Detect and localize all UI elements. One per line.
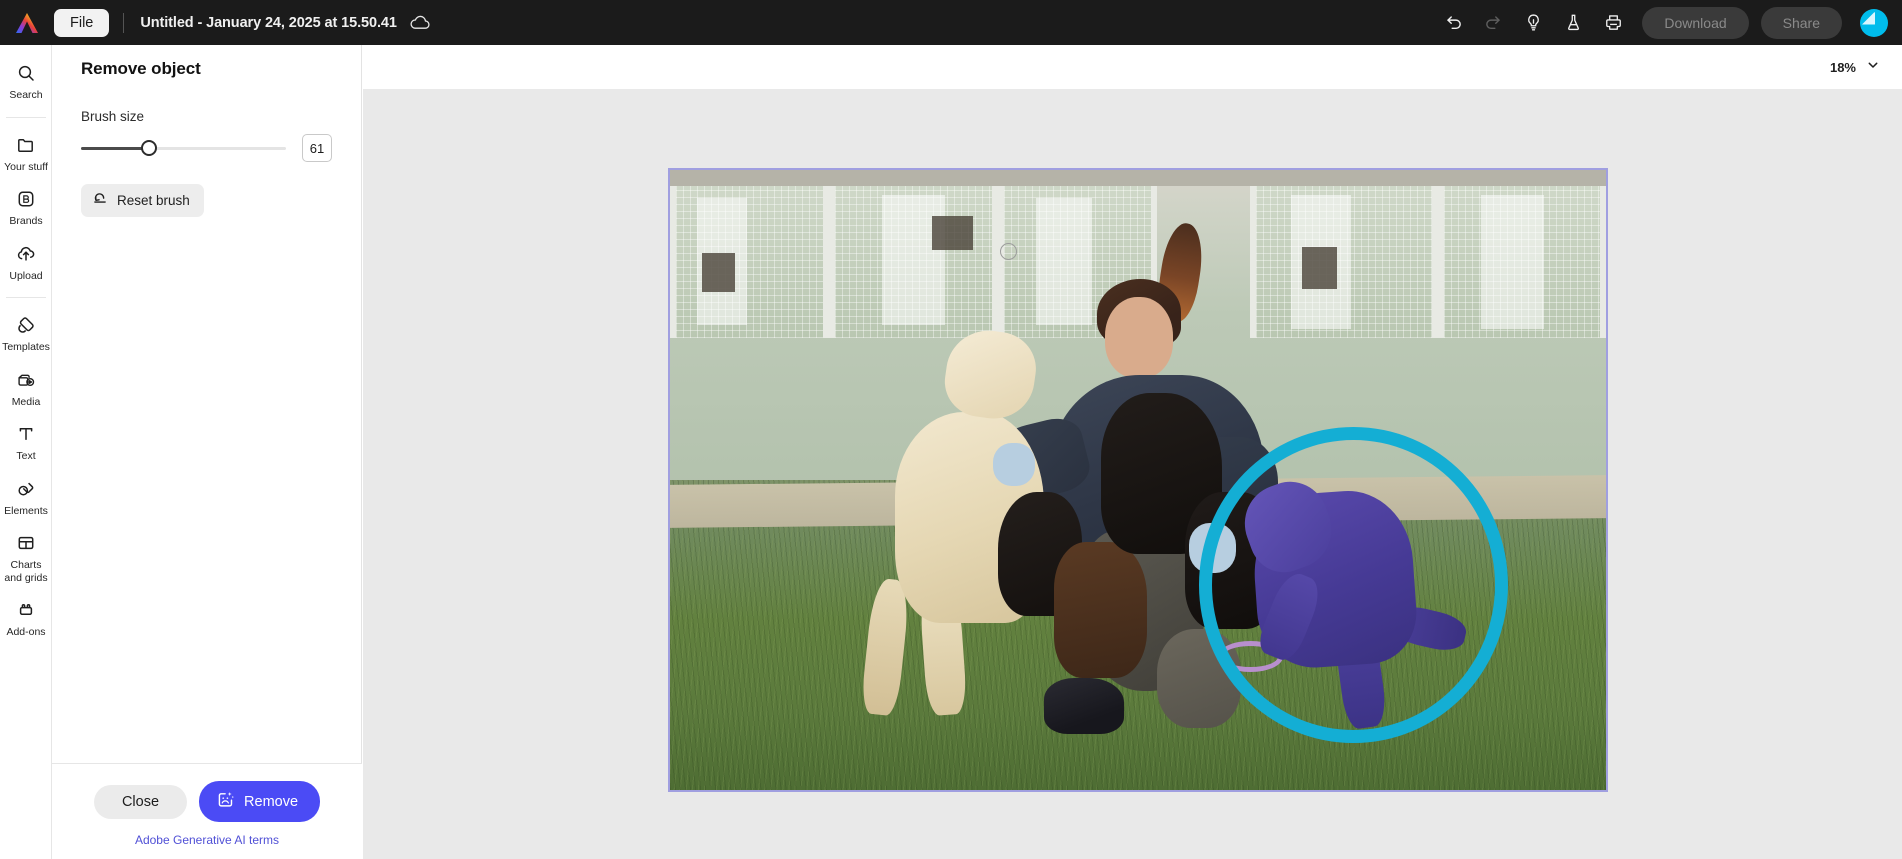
brush-cursor-circle	[1000, 243, 1017, 260]
adobe-express-logo-icon[interactable]	[12, 8, 42, 38]
remove-button[interactable]: Remove	[199, 781, 321, 822]
avatar[interactable]	[1860, 8, 1888, 37]
person-knee	[1156, 628, 1241, 728]
canvas-header: 18%	[363, 45, 1902, 89]
sidebar-item-templates[interactable]: Templates	[0, 307, 52, 360]
sidebar-label-upload: Upload	[9, 269, 43, 282]
folder-icon	[16, 133, 36, 157]
media-play-icon	[16, 368, 36, 392]
elements-shapes-icon	[16, 477, 36, 501]
sidebar-item-upload[interactable]: Upload	[0, 236, 52, 289]
person-head	[1105, 297, 1173, 378]
top-bar: File Untitled - January 24, 2025 at 15.5…	[0, 0, 1902, 45]
sidebar-item-media[interactable]: Media	[0, 362, 52, 415]
sidebar-item-add-ons[interactable]: Add-ons	[0, 592, 52, 645]
sidebar-label-templates: Templates	[2, 341, 50, 353]
share-button[interactable]: Share	[1760, 6, 1842, 39]
close-button[interactable]: Close	[93, 784, 188, 819]
brush-size-input[interactable]: 61	[302, 134, 332, 162]
reset-brush-label: Reset brush	[117, 193, 190, 208]
addons-icon	[16, 598, 36, 622]
person-shoe	[1044, 678, 1124, 735]
upload-cloud-icon	[16, 242, 36, 266]
sidebar-label-your-stuff: Your stuff	[4, 160, 48, 173]
tan-puppy	[1053, 542, 1148, 679]
templates-icon	[16, 313, 36, 337]
sidebar-label-text: Text	[16, 450, 36, 462]
kennel-window-2	[932, 216, 973, 250]
selection-frame	[668, 168, 1608, 792]
download-button[interactable]: Download	[1642, 6, 1749, 39]
remove-button-label: Remove	[244, 793, 299, 810]
text-t-icon	[16, 422, 36, 446]
zoom-level-value: 18%	[1829, 59, 1856, 75]
undo-icon[interactable]	[1436, 6, 1470, 40]
kennel-bay-1	[670, 186, 830, 338]
chevron-down-icon	[1866, 58, 1880, 77]
sidebar-label-charts-and-grids: Charts and grids	[4, 559, 48, 584]
brush-size-slider[interactable]	[81, 139, 286, 157]
top-bar-actions: Download Share	[1436, 6, 1888, 40]
shelter-photo	[670, 170, 1606, 790]
sidebar-item-brands[interactable]: Brands	[0, 181, 52, 234]
generative-ai-terms-link[interactable]: Adobe Generative AI terms	[52, 833, 362, 847]
kennel-door-5	[1481, 195, 1544, 329]
slider-fill	[81, 146, 149, 150]
brands-b-icon	[16, 187, 36, 211]
sidebar-label-add-ons: Add-ons	[6, 626, 46, 638]
search-icon	[16, 61, 36, 85]
building-roof	[670, 170, 1606, 187]
panel-body: Brush size 61 Reset brush	[52, 109, 361, 217]
panel-footer: Close Remove Adobe Generative AI terms	[52, 763, 362, 859]
generative-ai-sparkle-icon	[216, 790, 235, 813]
brush-size-row: 61	[81, 134, 332, 162]
kennel-window-4	[1301, 246, 1337, 290]
sidebar-label-brands: Brands	[9, 215, 43, 227]
zoom-control[interactable]: 18%	[1830, 58, 1880, 77]
sidebar-item-charts-and-grids[interactable]: Charts and grids	[0, 525, 52, 590]
kennel-bay-2	[829, 186, 998, 338]
redo-icon[interactable]	[1476, 6, 1510, 40]
reset-brush-icon	[92, 191, 108, 210]
document-title[interactable]: Untitled - January 24, 2025 at 15.50.41	[140, 15, 397, 31]
page-title: Remove object	[81, 59, 201, 78]
remove-object-panel: Remove object Brush size 61 Reset brush	[52, 45, 362, 859]
sidebar-label-elements: Elements	[4, 504, 48, 517]
sidebar-item-text[interactable]: Text	[0, 416, 52, 469]
rail-divider-2	[5, 297, 46, 298]
toolbar-divider	[123, 12, 125, 33]
sidebar-label-search: Search	[9, 89, 43, 101]
lightbulb-icon[interactable]	[1516, 6, 1550, 40]
file-menu-button[interactable]: File	[54, 8, 110, 37]
slider-thumb[interactable]	[140, 140, 157, 156]
print-icon[interactable]	[1596, 6, 1630, 40]
rail-divider-1	[5, 116, 46, 118]
kennel-window-1	[702, 252, 735, 293]
cloud-saved-icon	[409, 15, 431, 31]
sidebar-item-search[interactable]: Search	[0, 55, 52, 108]
kennel-bay-4	[1250, 186, 1438, 338]
blue-glove-left	[992, 442, 1036, 487]
selected-image-wrapper[interactable]	[668, 168, 1608, 792]
charts-grids-icon	[16, 531, 36, 555]
sidebar-item-elements[interactable]: Elements	[0, 471, 52, 524]
reset-brush-button[interactable]: Reset brush	[81, 184, 204, 217]
kennel-door-3	[1035, 198, 1092, 326]
kennel-door-2	[882, 195, 945, 326]
sidebar-item-your-stuff[interactable]: Your stuff	[0, 127, 52, 180]
kennel-bay-5	[1437, 186, 1606, 338]
brush-size-label: Brush size	[81, 109, 145, 124]
left-rail: Search Your stuff Brands Upload Template…	[0, 45, 52, 859]
sidebar-label-media: Media	[11, 395, 41, 408]
blue-glove-right	[1189, 523, 1237, 573]
flask-beta-icon[interactable]	[1556, 6, 1590, 40]
panel-footer-buttons: Close Remove	[52, 781, 362, 822]
canvas-area[interactable]	[363, 89, 1902, 859]
